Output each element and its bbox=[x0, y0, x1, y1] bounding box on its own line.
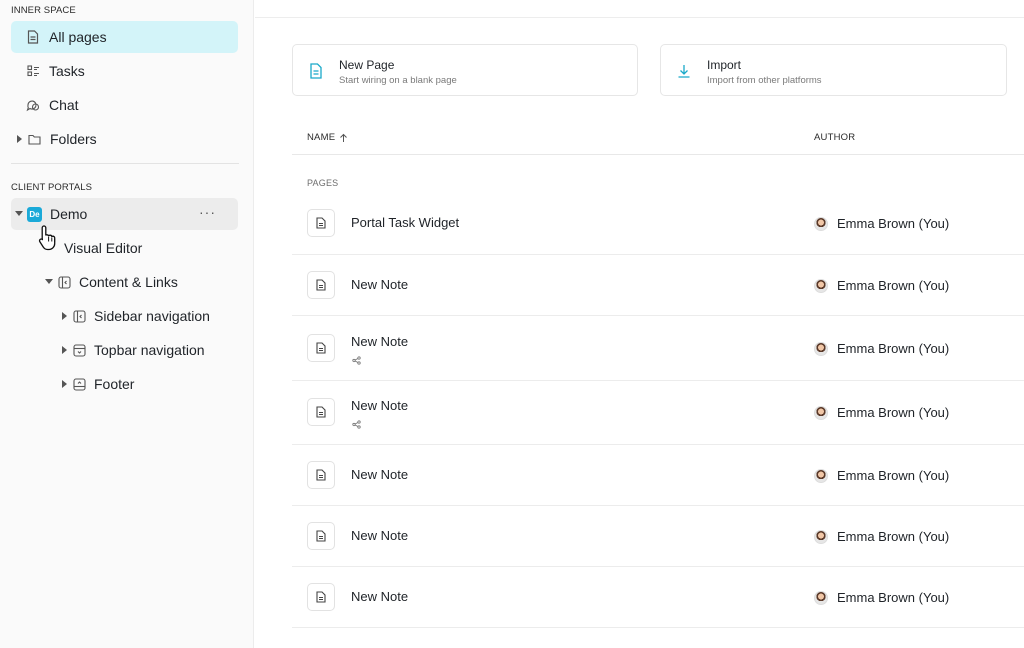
chat-icon bbox=[25, 97, 41, 113]
table-row[interactable]: New Note Emma Brown (You) bbox=[292, 316, 1024, 381]
author-name: Emma Brown (You) bbox=[837, 468, 950, 483]
caret-right-icon[interactable] bbox=[59, 345, 69, 355]
sidebar-item-footer[interactable]: Footer bbox=[11, 368, 238, 400]
caret-down-icon[interactable] bbox=[44, 277, 54, 287]
card-subtitle: Start wiring on a blank page bbox=[339, 75, 457, 86]
sidebar-item-tasks[interactable]: Tasks bbox=[11, 55, 238, 87]
share-icon bbox=[352, 352, 361, 365]
sidebar-item-label: Visual Editor bbox=[64, 240, 143, 256]
share-icon bbox=[352, 416, 361, 429]
portal-badge: De bbox=[27, 206, 42, 222]
document-icon bbox=[307, 209, 335, 237]
card-title: New Page bbox=[339, 58, 395, 72]
table-row[interactable]: New Note Emma Brown (You) bbox=[292, 381, 1024, 445]
topbar-layout-icon bbox=[71, 342, 87, 358]
sidebar-item-sidebar-navigation[interactable]: Sidebar navigation bbox=[11, 300, 238, 332]
sidebar-item-label: Topbar navigation bbox=[94, 342, 205, 358]
row-title[interactable]: New Note bbox=[351, 398, 408, 413]
document-icon bbox=[25, 29, 41, 45]
row-author: Emma Brown (You) bbox=[814, 529, 949, 544]
sidebar-item-label: Footer bbox=[94, 376, 135, 392]
author-name: Emma Brown (You) bbox=[837, 341, 950, 356]
folder-icon bbox=[26, 131, 42, 147]
layout-panel-icon bbox=[56, 274, 72, 290]
row-title[interactable]: New Note bbox=[351, 277, 408, 292]
document-icon bbox=[307, 461, 335, 489]
row-title[interactable]: New Note bbox=[351, 589, 408, 604]
author-name: Emma Brown (You) bbox=[837, 529, 950, 544]
new-page-card[interactable]: New Page Start wiring on a blank page bbox=[292, 44, 638, 96]
table-row[interactable]: New Note Emma Brown (You) bbox=[292, 567, 1024, 628]
section-label-client-portals: CLIENT PORTALS bbox=[11, 182, 93, 193]
author-name: Emma Brown (You) bbox=[837, 278, 950, 293]
avatar bbox=[814, 405, 828, 420]
sidebar-item-label: Folders bbox=[50, 131, 97, 147]
row-author: Emma Brown (You) bbox=[814, 468, 949, 483]
caret-right-icon[interactable] bbox=[59, 311, 69, 321]
author-name: Emma Brown (You) bbox=[837, 590, 950, 605]
section-label-inner-space: INNER SPACE bbox=[11, 5, 76, 16]
column-header-label: AUTHOR bbox=[814, 132, 856, 143]
sidebar-item-chat[interactable]: Chat bbox=[11, 89, 238, 121]
row-title[interactable]: Portal Task Widget bbox=[351, 215, 459, 230]
column-header-author[interactable]: AUTHOR bbox=[814, 132, 855, 143]
more-options-icon[interactable]: ··· bbox=[199, 205, 216, 219]
avatar bbox=[814, 216, 828, 231]
author-name: Emma Brown (You) bbox=[837, 405, 950, 420]
import-card[interactable]: Import Import from other platforms bbox=[660, 44, 1007, 96]
sidebar-item-label: Sidebar navigation bbox=[94, 308, 210, 324]
sidebar-item-topbar-navigation[interactable]: Topbar navigation bbox=[11, 334, 238, 366]
sidebar-divider bbox=[11, 163, 239, 164]
caret-right-icon[interactable] bbox=[14, 134, 24, 144]
sort-ascending-icon[interactable] bbox=[339, 133, 348, 143]
row-title[interactable]: New Note bbox=[351, 528, 408, 543]
author-name: Emma Brown (You) bbox=[837, 216, 950, 231]
row-author: Emma Brown (You) bbox=[814, 405, 949, 420]
row-title[interactable]: New Note bbox=[351, 467, 408, 482]
new-page-icon bbox=[309, 63, 323, 79]
hand-cursor-icon bbox=[38, 225, 56, 251]
row-author: Emma Brown (You) bbox=[814, 216, 949, 231]
avatar bbox=[814, 278, 828, 293]
row-title[interactable]: New Note bbox=[351, 334, 408, 349]
avatar bbox=[814, 529, 828, 544]
caret-right-icon[interactable] bbox=[59, 379, 69, 389]
table-row[interactable]: New Note Emma Brown (You) bbox=[292, 445, 1024, 506]
top-bar bbox=[255, 0, 1024, 18]
sidebar-item-label: Chat bbox=[49, 97, 79, 113]
download-icon bbox=[677, 63, 691, 79]
sidebar-item-content-links[interactable]: Content & Links bbox=[11, 266, 238, 298]
document-icon bbox=[307, 334, 335, 362]
table-header-divider bbox=[292, 154, 1024, 155]
row-author: Emma Brown (You) bbox=[814, 278, 949, 293]
document-icon bbox=[307, 271, 335, 299]
row-author: Emma Brown (You) bbox=[814, 590, 949, 605]
sidebar-item-folders[interactable]: Folders bbox=[11, 123, 238, 155]
sidebar-item-all-pages[interactable]: All pages bbox=[11, 21, 238, 53]
caret-down-icon[interactable] bbox=[14, 209, 24, 219]
avatar bbox=[814, 468, 828, 483]
table-row[interactable]: New Note Emma Brown (You) bbox=[292, 255, 1024, 316]
avatar bbox=[814, 341, 828, 356]
row-author: Emma Brown (You) bbox=[814, 341, 949, 356]
group-label-pages: PAGES bbox=[307, 178, 339, 188]
avatar bbox=[814, 590, 828, 605]
column-header-name[interactable]: NAME bbox=[307, 132, 348, 143]
card-subtitle: Import from other platforms bbox=[707, 75, 822, 86]
sidebar-item-label: Demo bbox=[50, 206, 88, 222]
tasks-icon bbox=[25, 63, 41, 79]
sidebar-layout-icon bbox=[71, 308, 87, 324]
table-row[interactable]: Portal Task Widget Emma Brown (You) bbox=[292, 192, 1024, 255]
document-icon bbox=[307, 583, 335, 611]
sidebar-item-label: All pages bbox=[49, 29, 107, 45]
sidebar-item-label: Content & Links bbox=[79, 274, 178, 290]
card-title: Import bbox=[707, 58, 742, 72]
sidebar: INNER SPACE All pages Tasks Chat Folders… bbox=[0, 0, 254, 648]
table-row[interactable]: New Note Emma Brown (You) bbox=[292, 506, 1024, 567]
column-header-label: NAME bbox=[307, 132, 336, 143]
footer-layout-icon bbox=[71, 376, 87, 392]
sidebar-item-label: Tasks bbox=[49, 63, 85, 79]
document-icon bbox=[307, 522, 335, 550]
document-icon bbox=[307, 398, 335, 426]
